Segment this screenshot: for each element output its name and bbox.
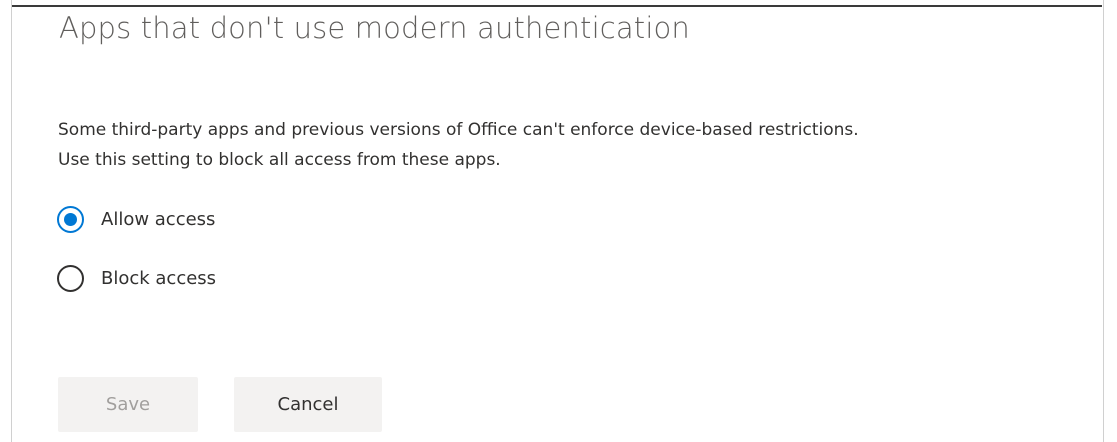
- left-edge: [0, 0, 12, 442]
- radio-selected-icon[interactable]: [57, 206, 84, 233]
- allow-access-radio[interactable]: Allow access: [57, 206, 215, 233]
- description-line: Use this setting to block all access fro…: [58, 150, 501, 170]
- settings-panel: Apps that don't use modern authenticatio…: [12, 7, 1102, 442]
- right-edge: [1103, 0, 1117, 442]
- panel-description: Some third-party apps and previous versi…: [58, 115, 1098, 175]
- description-line: Some third-party apps and previous versi…: [58, 120, 859, 140]
- cancel-button[interactable]: Cancel: [234, 377, 382, 432]
- radio-unselected-icon[interactable]: [57, 265, 84, 292]
- block-access-radio[interactable]: Block access: [57, 265, 216, 292]
- allow-access-label: Allow access: [101, 209, 216, 230]
- save-button[interactable]: Save: [58, 377, 198, 432]
- panel-title: Apps that don't use modern authenticatio…: [59, 11, 690, 45]
- block-access-label: Block access: [101, 268, 217, 289]
